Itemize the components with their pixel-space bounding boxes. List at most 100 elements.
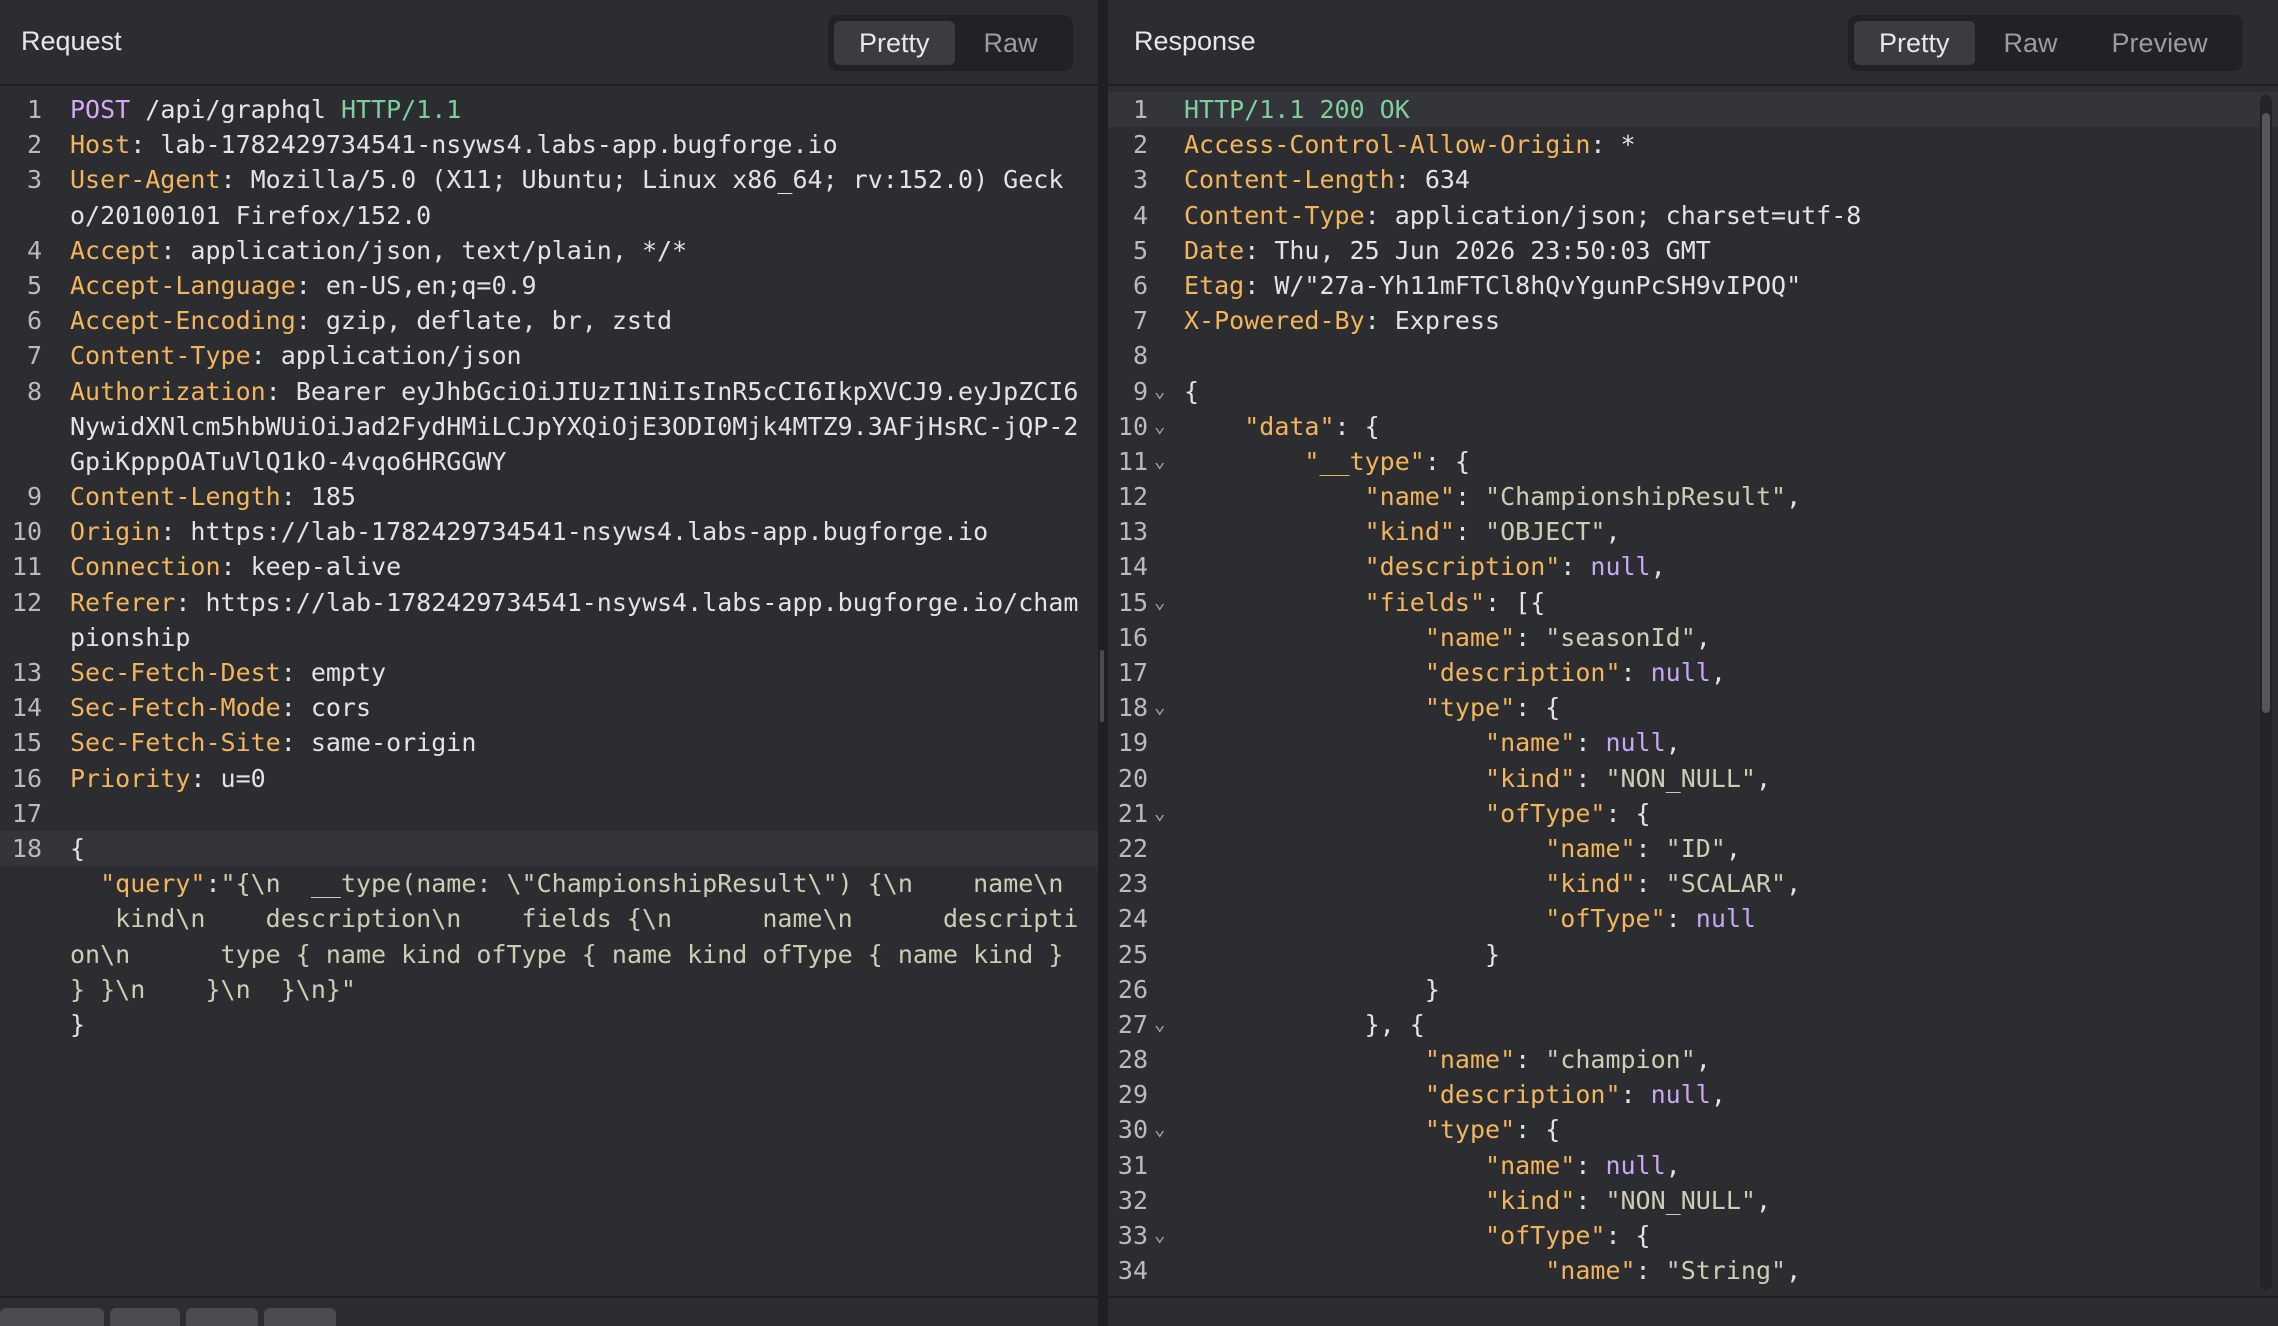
code-token: , (1695, 622, 1711, 652)
code-text: "kind": "NON_NULL", (1184, 761, 1771, 796)
code-token: "type" (1424, 1115, 1516, 1145)
response-editor[interactable]: 1 HTTP/1.1 200 OK 2 Access-Control-Allow-Or… (1108, 92, 2278, 1296)
code-text: }, { (1184, 1007, 1425, 1042)
chevron-down-icon[interactable]: ⌄ (1154, 1218, 1165, 1253)
response-scrollbar[interactable] (2260, 95, 2272, 1290)
code-token: "name" (1485, 728, 1576, 758)
code-line: 7 Content-Type: application/json (0, 338, 1098, 373)
code-line: 32 "kind": "NON_NULL", (1108, 1183, 2278, 1218)
code-text: kind\n description\n fields {\n name\n d… (70, 901, 1078, 936)
code-token: "kind" (1485, 763, 1576, 793)
code-text: { (70, 831, 85, 866)
code-line: 2 Access-Control-Allow-Origin: * (1108, 127, 2278, 162)
code-token: } (70, 1009, 86, 1039)
code-token: }, { (1184, 1009, 1425, 1039)
tab-raw[interactable]: Raw (1979, 21, 2083, 65)
code-text: "kind": "OBJECT", (1184, 514, 1621, 549)
chevron-down-icon[interactable]: ⌄ (1154, 444, 1165, 479)
tab-preview[interactable]: Preview (2087, 21, 2233, 65)
code-token: , (1710, 1080, 1726, 1110)
code-token: : (205, 869, 221, 899)
code-token: : en-US,en;q=0.9 (295, 270, 537, 300)
code-token: o/20100101 Firefox/152.0 (70, 200, 432, 230)
code-token: "kind" (1485, 1185, 1576, 1215)
chevron-down-icon[interactable]: ⌄ (1154, 585, 1165, 620)
chevron-down-icon[interactable]: ⌄ (1154, 1112, 1165, 1147)
footer-button[interactable] (186, 1308, 258, 1326)
code-token: Connection (70, 552, 221, 582)
chevron-down-icon[interactable]: ⌄ (1154, 690, 1165, 725)
code-line: o/20100101 Firefox/152.0 (0, 198, 1098, 233)
code-text: "data": { (1184, 409, 1379, 444)
code-token: , (1710, 658, 1726, 687)
code-token: , (1665, 1150, 1681, 1180)
tab-pretty[interactable]: Pretty (834, 21, 955, 65)
code-text: "ofType": null (1184, 901, 1756, 936)
code-text: Content-Length: 634 (1184, 162, 1470, 197)
code-line: 16 Priority: u=0 (0, 761, 1098, 796)
code-line: on\n type { name kind ofType { name kind… (0, 937, 1098, 972)
code-token: : (1575, 728, 1606, 758)
code-text: "name": null, (1184, 725, 1681, 760)
chevron-down-icon[interactable]: ⌄ (1154, 374, 1165, 409)
footer-button[interactable] (110, 1308, 180, 1326)
request-editor[interactable]: 1 POST /api/graphql HTTP/1.1 2 Host: lab-17… (0, 92, 1098, 1296)
code-line: 34 "name": "String", (1108, 1253, 2278, 1288)
code-text: on\n type { name kind ofType { name kind… (70, 937, 1063, 972)
code-text: Sec-Fetch-Mode: cors (70, 690, 371, 725)
code-text: "description": null, (1184, 1077, 1726, 1112)
code-line: 15 Sec-Fetch-Site: same-origin (0, 725, 1098, 760)
line-number: 29 (1117, 1080, 1148, 1110)
code-line: 3 Content-Length: 634 (1108, 162, 2278, 197)
chevron-down-icon[interactable]: ⌄ (1154, 1007, 1165, 1042)
chevron-down-icon[interactable]: ⌄ (1154, 796, 1165, 831)
code-line: 14 Sec-Fetch-Mode: cors (0, 690, 1098, 725)
code-token: : https://lab-1782429734541-nsyws4.labs-… (160, 517, 989, 547)
code-token: Priority (70, 763, 191, 793)
line-number: 22 (1117, 833, 1148, 863)
line-number: 4 (26, 235, 42, 265)
code-text: "name": null, (1184, 1148, 1681, 1183)
tab-pretty[interactable]: Pretty (1854, 21, 1975, 65)
code-line: 26 } (1108, 972, 2278, 1007)
code-token: "seasonId" (1545, 622, 1696, 652)
code-token: : (1575, 1150, 1606, 1180)
code-text: "name": "ID", (1184, 831, 1741, 866)
code-text: "kind": "NON_NULL", (1184, 1183, 1771, 1218)
footer-button[interactable] (264, 1308, 336, 1326)
pane-divider[interactable] (1098, 0, 1108, 1326)
code-token: "description" (1424, 1080, 1621, 1110)
code-token: "NON_NULL" (1605, 763, 1756, 793)
code-token: } (1184, 939, 1501, 969)
code-text: Referer: https://lab-1782429734541-nsyws… (70, 585, 1078, 620)
tab-raw[interactable]: Raw (959, 21, 1063, 65)
divider-grip[interactable] (1100, 650, 1104, 722)
line-number: 13 (1117, 517, 1148, 547)
code-text: Priority: u=0 (70, 761, 266, 796)
code-token: "name" (1485, 1150, 1576, 1180)
scrollbar-thumb[interactable] (2262, 113, 2270, 713)
code-text: Accept-Language: en-US,en;q=0.9 (70, 268, 537, 303)
code-token: : * (1590, 130, 1636, 160)
code-line: 14 "description": null, (1108, 549, 2278, 584)
footer-button[interactable] (0, 1308, 104, 1326)
code-line: 9 Content-Length: 185 (0, 479, 1098, 514)
line-number: 14 (11, 693, 42, 723)
code-line: 13 Sec-Fetch-Dest: empty (0, 655, 1098, 690)
request-header: Request Pretty Raw (0, 0, 1098, 86)
code-token: null (1695, 904, 1756, 934)
code-line: 8 Authorization: Bearer eyJhbGciOiJIUzI1N… (0, 374, 1098, 409)
code-text: GpiKpppOATuVlQ1kO-4vqo6HRGGWY (70, 444, 507, 479)
chevron-down-icon[interactable]: ⌄ (1154, 409, 1165, 444)
code-token: Sec-Fetch-Dest (70, 658, 281, 687)
code-line: 11 ⌄ "__type": { (1108, 444, 2278, 479)
code-line: 4 Content-Type: application/json; charset… (1108, 198, 2278, 233)
line-number: 12 (11, 587, 42, 617)
